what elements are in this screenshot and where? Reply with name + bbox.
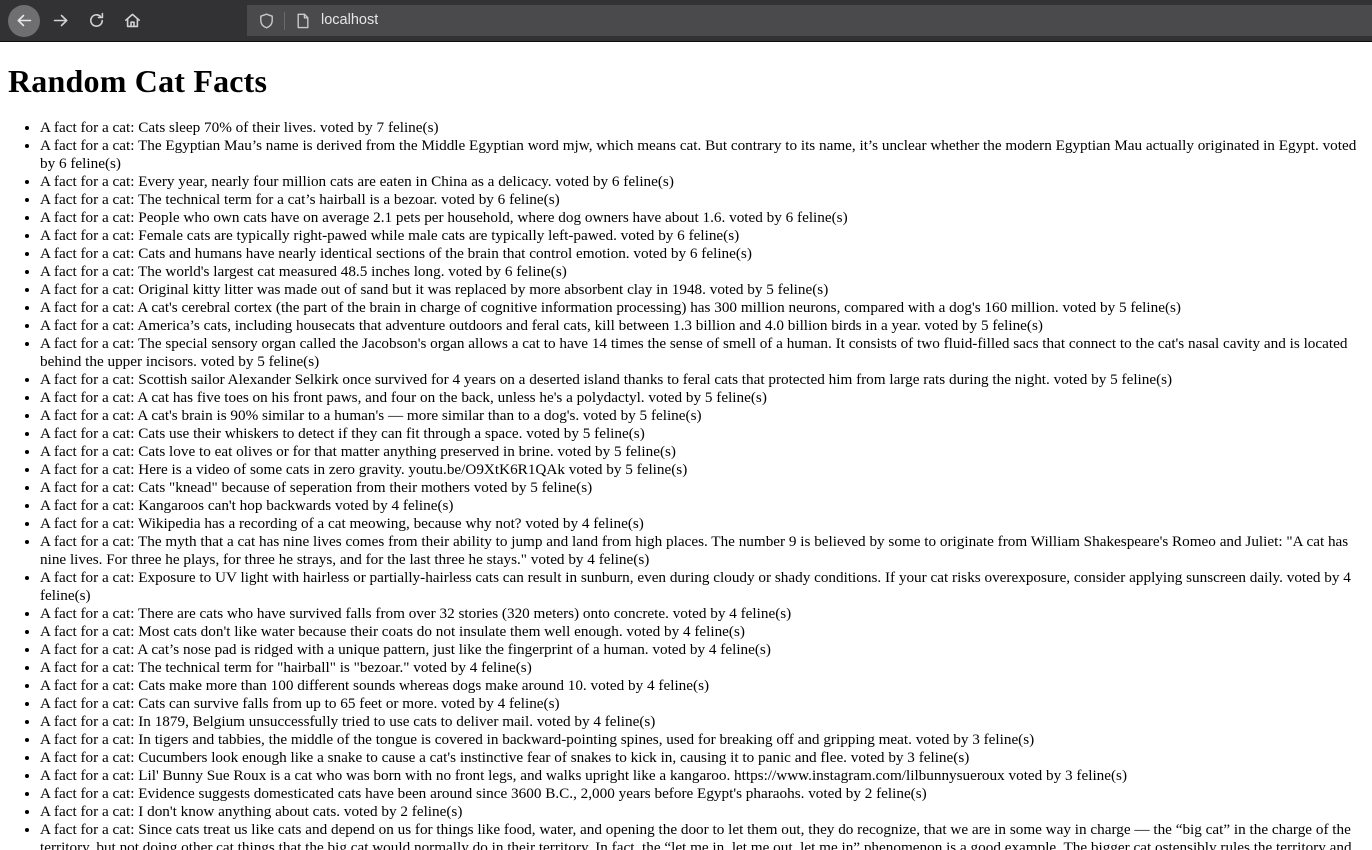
list-item: A fact for a cat: Cats can survive falls… [40,695,1372,713]
list-item: A fact for a cat: In 1879, Belgium unsuc… [40,713,1372,731]
list-item: A fact for a cat: Original kitty litter … [40,281,1372,299]
list-item: A fact for a cat: America’s cats, includ… [40,317,1372,335]
home-button[interactable] [116,5,148,37]
page-content: Random Cat Facts A fact for a cat: Cats … [0,42,1372,850]
address-bar-separator [284,11,285,30]
list-item: A fact for a cat: Cats "knead" because o… [40,479,1372,497]
list-item: A fact for a cat: The myth that a cat ha… [40,533,1372,569]
url-text[interactable]: localhost [321,13,378,28]
list-item: A fact for a cat: The world's largest ca… [40,263,1372,281]
list-item: A fact for a cat: Scottish sailor Alexan… [40,371,1372,389]
shield-icon[interactable] [257,12,275,30]
list-item: A fact for a cat: Female cats are typica… [40,227,1372,245]
list-item: A fact for a cat: The technical term for… [40,659,1372,677]
page-icon[interactable] [294,12,312,30]
list-item: A fact for a cat: Every year, nearly fou… [40,173,1372,191]
list-item: A fact for a cat: A cat's brain is 90% s… [40,407,1372,425]
home-icon [124,13,140,28]
list-item: A fact for a cat: Cats sleep 70% of thei… [40,119,1372,137]
list-item: A fact for a cat: Since cats treat us li… [40,821,1372,850]
list-item: A fact for a cat: Evidence suggests dome… [40,785,1372,803]
list-item: A fact for a cat: Cats use their whisker… [40,425,1372,443]
address-bar[interactable]: localhost [247,5,1372,36]
list-item: A fact for a cat: Here is a video of som… [40,461,1372,479]
list-item: A fact for a cat: Cats and humans have n… [40,245,1372,263]
list-item: A fact for a cat: There are cats who hav… [40,605,1372,623]
list-item: A fact for a cat: Exposure to UV light w… [40,569,1372,605]
reload-icon [89,12,103,27]
forward-button[interactable] [44,5,76,37]
list-item: A fact for a cat: The Egyptian Mau’s nam… [40,137,1372,173]
page-title: Random Cat Facts [8,63,268,99]
address-bar-container[interactable]: localhost [247,5,1372,36]
forward-arrow-icon [53,14,67,27]
list-item: A fact for a cat: Lil' Bunny Sue Roux is… [40,767,1372,785]
list-item: A fact for a cat: Wikipedia has a record… [40,515,1372,533]
list-item: A fact for a cat: A cat's cerebral corte… [40,299,1372,317]
list-item: A fact for a cat: Most cats don't like w… [40,623,1372,641]
list-item: A fact for a cat: The technical term for… [40,191,1372,209]
list-item: A fact for a cat: I don't know anything … [40,803,1372,821]
list-item: A fact for a cat: Cats love to eat olive… [40,443,1372,461]
cat-facts-list: A fact for a cat: Cats sleep 70% of thei… [0,119,1372,850]
reload-button[interactable] [80,5,112,37]
list-item: A fact for a cat: Cucumbers look enough … [40,749,1372,767]
list-item: A fact for a cat: The special sensory or… [40,335,1372,371]
list-item: A fact for a cat: A cat has five toes on… [40,389,1372,407]
back-arrow-icon [16,14,31,27]
list-item: A fact for a cat: People who own cats ha… [40,209,1372,227]
back-button[interactable] [8,4,40,37]
browser-toolbar: localhost [0,0,1372,42]
list-item: A fact for a cat: Cats make more than 10… [40,677,1372,695]
list-item: A fact for a cat: Kangaroos can't hop ba… [40,497,1372,515]
list-item: A fact for a cat: In tigers and tabbies,… [40,731,1372,749]
list-item: A fact for a cat: A cat’s nose pad is ri… [40,641,1372,659]
